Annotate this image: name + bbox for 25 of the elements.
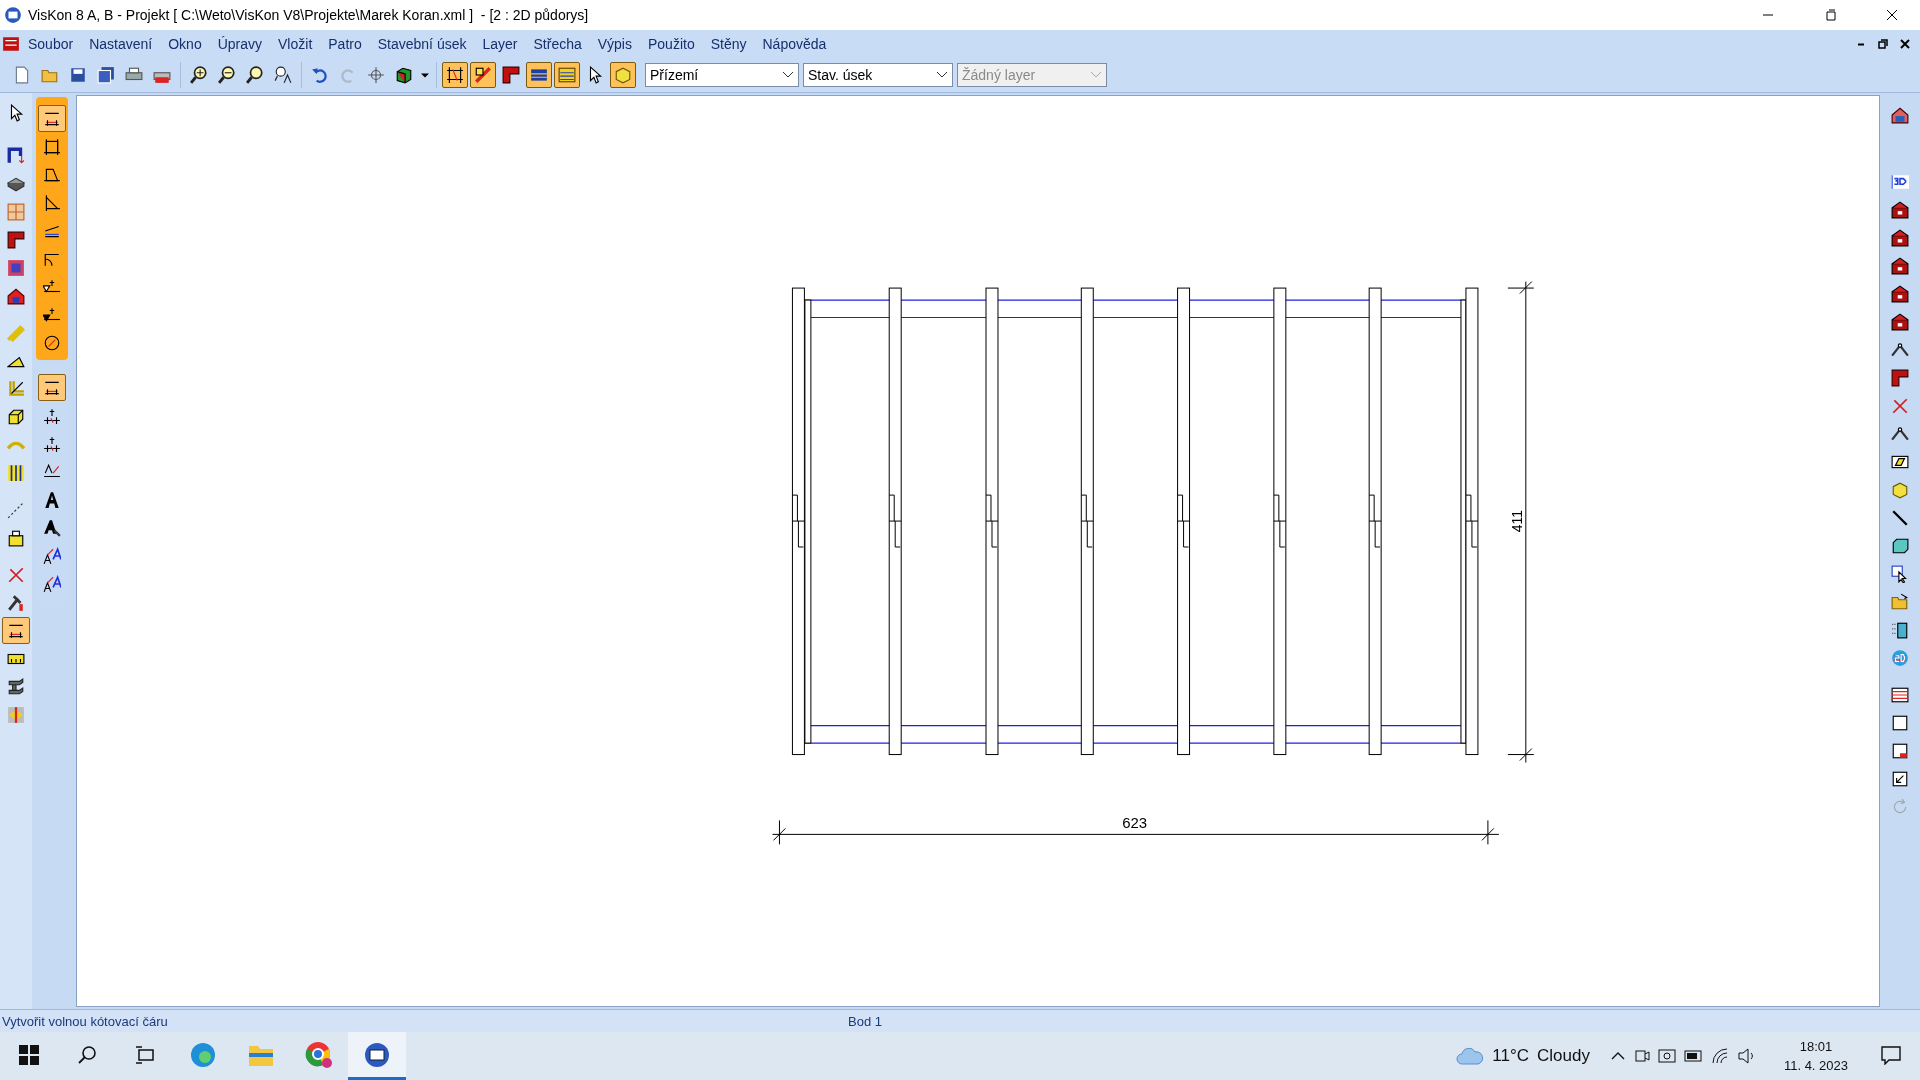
weather-condition: Cloudy — [1537, 1046, 1590, 1066]
menu-item[interactable]: Nastavení — [81, 33, 161, 55]
dimension-label: 411 — [1508, 509, 1525, 533]
menu-item[interactable]: Stěny — [702, 33, 755, 55]
clock-date: 11. 4. 2023 — [1783, 1058, 1848, 1073]
drawing-canvas[interactable]: 411 623 — [76, 95, 1880, 1007]
weather-temperature: 11°C — [1492, 1046, 1529, 1066]
menu-item[interactable]: Stavební úsek — [369, 33, 475, 55]
menu-item[interactable]: Soubor — [20, 33, 82, 55]
status-message: Vytvořit volnou kótovací čáru — [1, 1013, 169, 1029]
dropdown[interactable]: Stav. úsek — [803, 63, 953, 87]
menu-item[interactable]: Okno — [160, 33, 210, 55]
menu-item[interactable]: Výpis — [589, 33, 640, 55]
window-title: VisKon 8 A, B - Projekt [ C:\Weto\VisKon V8\Projekte\Marek Koran.xml ] - [2 : 2D půdorys] — [28, 7, 590, 23]
dimension-label: 623 — [1122, 814, 1148, 832]
menu-item[interactable]: Nápověda — [754, 33, 835, 55]
dropdown[interactable]: Přízemí — [645, 63, 799, 87]
status-point: Bod 1 — [848, 1013, 882, 1029]
menu-item[interactable]: Použito — [640, 33, 703, 55]
menu-item[interactable]: Střecha — [525, 33, 590, 55]
menu-item[interactable]: Úpravy — [209, 33, 271, 55]
menu-item[interactable]: Layer — [474, 33, 526, 55]
menu-item[interactable]: Vložit — [270, 33, 321, 55]
menu-item[interactable]: Patro — [320, 33, 370, 55]
clock-time: 18:01 — [1799, 1039, 1833, 1054]
